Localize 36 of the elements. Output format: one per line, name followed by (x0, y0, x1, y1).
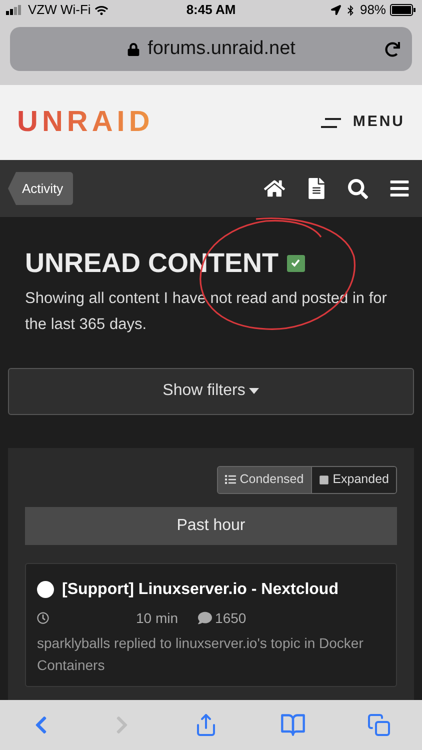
square-icon (318, 474, 329, 484)
checkmark-icon (291, 259, 300, 268)
document-icon[interactable] (306, 178, 327, 199)
clock-icon (37, 612, 49, 624)
location-icon (330, 5, 341, 15)
activity-breadcrumb[interactable]: Activity (8, 172, 74, 205)
topic-summary: sparklyballs replied to linuxserver.io's topic in Docker Containers (37, 634, 364, 674)
home-icon[interactable] (264, 178, 285, 199)
reply-count: 1650 (215, 608, 246, 628)
list-icon (224, 474, 236, 485)
menu-icon[interactable] (389, 178, 410, 199)
signal-icon (6, 5, 24, 15)
section-header: Past hour (25, 506, 397, 544)
battery-percent: 98% (360, 1, 386, 20)
bookmarks-icon[interactable] (280, 712, 306, 738)
reload-icon[interactable] (385, 42, 400, 56)
carrier-label: VZW Wi-Fi (28, 1, 91, 20)
comment-icon (198, 611, 212, 625)
url-text: forums.unraid.net (148, 36, 296, 61)
topic-card[interactable]: [Support] Linuxserver.io - Nextcloud 10 min 1650 sparklyballs replied to linuxserver.io's topic in Docker Containers (25, 562, 397, 686)
menu-button[interactable]: MENU (320, 111, 405, 134)
view-toggle-button[interactable]: Condensed (218, 466, 311, 492)
wifi-icon (94, 4, 108, 16)
view-toggle-button[interactable]: Expanded (310, 466, 396, 492)
clock-time: 8:45 AM (185, 1, 237, 20)
show-filters-button[interactable]: Show filters (8, 368, 414, 414)
bluetooth-icon (344, 4, 356, 16)
tabs-icon[interactable] (367, 713, 392, 737)
menu-icon (320, 118, 341, 128)
topic-title[interactable]: [Support] Linuxserver.io - Nextcloud (62, 578, 338, 602)
lock-icon (126, 42, 140, 56)
topic-time: 10 min (136, 608, 178, 628)
search-icon[interactable] (348, 178, 368, 198)
caret-icon (249, 388, 260, 394)
battery-icon (390, 4, 416, 16)
address-field[interactable]: forums.unraid.net (10, 27, 412, 71)
